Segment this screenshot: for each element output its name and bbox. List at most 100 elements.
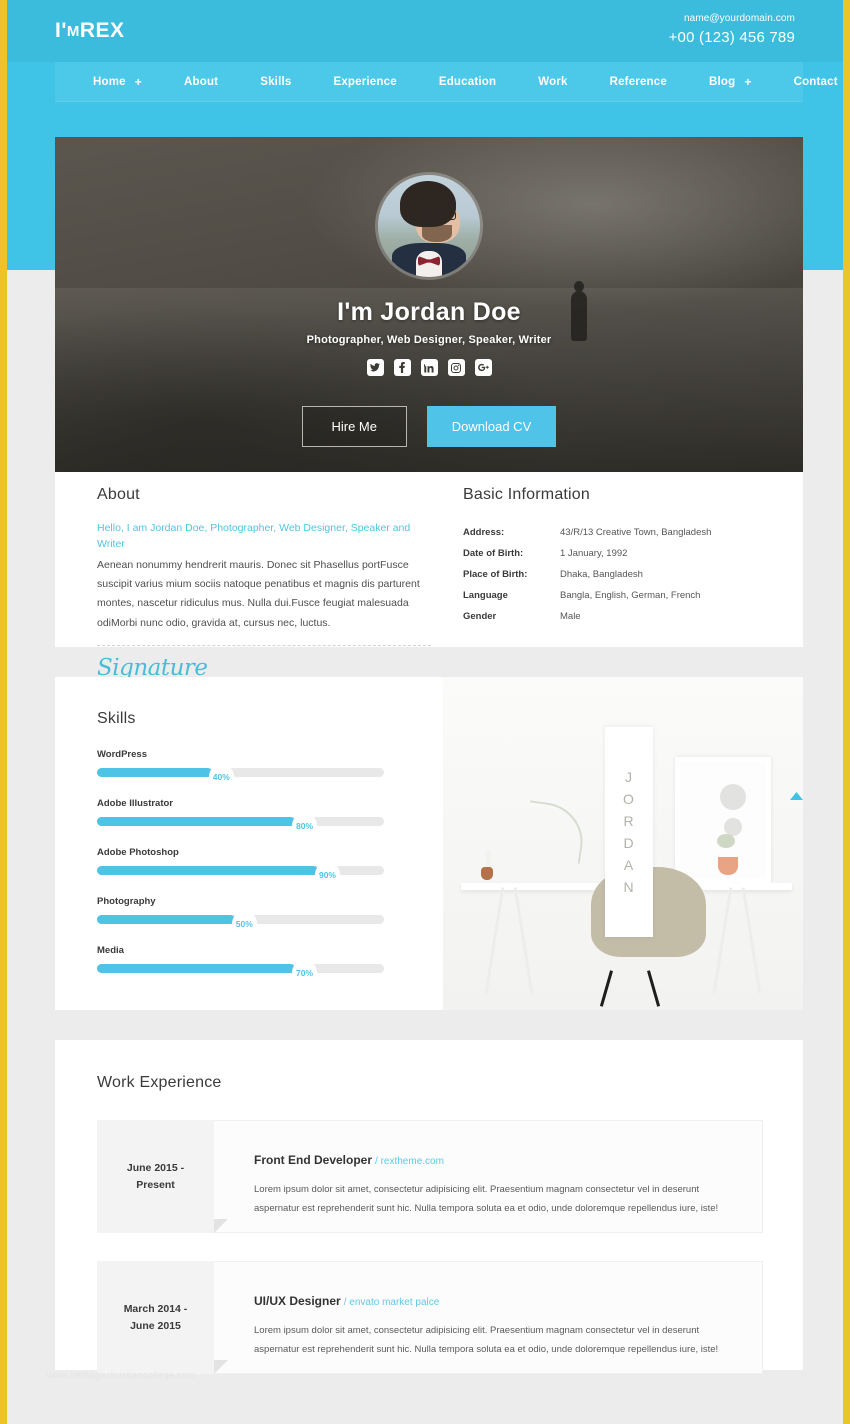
nav-item-experience[interactable]: Experience — [333, 76, 396, 88]
skill-percent-badge: 40% — [208, 764, 234, 789]
skill-percent-badge: 80% — [292, 813, 318, 838]
work-item: March 2014 - June 2015 UI/UX Designer / e… — [97, 1261, 763, 1374]
skill-progress-fill — [97, 915, 235, 924]
skills-title: Skills — [97, 710, 136, 727]
workspace-photo: J O R D A N — [443, 677, 803, 1010]
hero-name: I'm Jordan Doe — [337, 298, 521, 326]
page-root: I'MREX name@yourdomain.com +00 (123) 456… — [7, 0, 843, 1424]
info-label: Language — [463, 590, 508, 601]
dropdown-plus-icon[interactable]: + — [135, 76, 142, 88]
dropdown-plus-icon[interactable]: + — [744, 76, 751, 88]
work-description: Lorem ipsum dolor sit amet, consectetur … — [254, 1325, 719, 1355]
header-email[interactable]: name@yourdomain.com — [669, 12, 795, 26]
google-plus-icon[interactable] — [474, 359, 492, 376]
nav-item-contact[interactable]: Contact — [794, 76, 838, 88]
poster-letter: J — [625, 768, 633, 785]
skill-progress-bar: 40% — [97, 764, 384, 789]
hero-actions: Hire Me Download CV — [55, 406, 803, 447]
work-date: June 2015 - Present — [97, 1120, 228, 1233]
work-role: UI/UX Designer / envato market palce — [254, 1294, 732, 1308]
nav-item-reference[interactable]: Reference — [610, 76, 667, 88]
photo-candle-holder — [480, 866, 493, 880]
hero-role: Photographer, Web Designer, Speaker, Wri… — [306, 334, 552, 346]
skills-card: Skills WordPress 40% Adobe Illustrator 8… — [55, 677, 803, 1010]
nav-label: Home — [93, 75, 126, 88]
about-card: About Hello, I am Jordan Doe, Photograph… — [55, 472, 803, 681]
instagram-icon[interactable] — [447, 359, 465, 376]
skill-item: WordPress 40% — [97, 749, 423, 789]
work-body: UI/UX Designer / envato market palce Lore… — [214, 1261, 763, 1374]
work-item: June 2015 - Present Front End Developer /… — [97, 1120, 763, 1233]
info-label: Gender — [463, 611, 497, 622]
table-row: Address: 43/R/13 Creative Town, Banglade… — [463, 522, 783, 543]
top-bar: I'MREX name@yourdomain.com +00 (123) 456… — [7, 0, 843, 62]
site-logo[interactable]: I'MREX — [55, 19, 125, 43]
basic-information-title: Basic Information — [463, 486, 591, 503]
skills-section: Skills WordPress 40% Adobe Illustrator 8… — [55, 677, 443, 1010]
work-company-link[interactable]: / rextheme.com — [375, 1156, 444, 1167]
skill-name: Media — [97, 945, 124, 956]
nav-item-home[interactable]: Home + — [93, 76, 142, 88]
nav-item-blog[interactable]: Blog + — [709, 76, 752, 88]
work-company-link[interactable]: / envato market palce — [344, 1297, 440, 1308]
nav-label: Contact — [793, 75, 838, 88]
nav-label: Education — [438, 75, 497, 88]
poster-letter: N — [623, 878, 635, 895]
skill-item: Adobe Illustrator 80% — [97, 798, 423, 838]
about-section: About Hello, I am Jordan Doe, Photograph… — [55, 472, 455, 681]
skill-progress-bar: 90% — [97, 862, 384, 887]
work-experience-card: Work Experience June 2015 - Present Fron… — [55, 1040, 803, 1374]
work-role-title: UI/UX Designer — [254, 1294, 341, 1308]
nav-label: Blog — [708, 75, 736, 88]
table-row: Date of Birth: 1 January, 1992 — [463, 543, 783, 564]
basic-information-table: Address: 43/R/13 Creative Town, Banglade… — [463, 522, 783, 627]
nav-item-work[interactable]: Work — [538, 76, 567, 88]
photo-plant — [716, 833, 735, 848]
main-navigation: Home + About Skills Experience Education … — [55, 62, 838, 102]
skill-percent-badge: 90% — [314, 862, 340, 887]
info-value: 43/R/13 Creative Town, Bangladesh — [560, 527, 712, 538]
watermark: www.heritagechristiancollege.com — [47, 1370, 196, 1380]
logo-m: M — [66, 23, 80, 40]
poster-letter: D — [623, 834, 635, 851]
skill-item: Adobe Photoshop 90% — [97, 847, 423, 887]
hire-me-button[interactable]: Hire Me — [301, 406, 407, 447]
skill-name: Adobe Photoshop — [97, 847, 179, 858]
twitter-icon[interactable] — [366, 359, 384, 376]
table-row: Place of Birth: Dhaka, Bangladesh — [463, 564, 783, 585]
hero-banner: I'm Jordan Doe Photographer, Web Designe… — [55, 137, 803, 472]
photo-candle — [486, 850, 492, 868]
nav-item-skills[interactable]: Skills — [260, 76, 291, 88]
table-row: Gender Male — [463, 606, 783, 627]
nav-label: Skills — [260, 75, 292, 88]
header-phone[interactable]: +00 (123) 456 789 — [669, 28, 795, 48]
photo-vase — [718, 856, 739, 875]
nav-label: About — [183, 75, 219, 88]
skill-item: Photography 50% — [97, 896, 423, 936]
download-cv-button[interactable]: Download CV — [426, 406, 557, 447]
skill-item: Media 70% — [97, 945, 423, 985]
skill-progress-fill — [97, 817, 296, 826]
frame-dot — [719, 783, 746, 810]
nav-item-about[interactable]: About — [184, 76, 218, 88]
about-divider — [97, 645, 431, 647]
nav-item-education[interactable]: Education — [439, 76, 496, 88]
info-label: Address: — [463, 527, 505, 538]
poster-letter: R — [623, 812, 635, 829]
nav-label: Experience — [333, 75, 397, 88]
photo-jordan-poster: J O R D A N — [605, 726, 653, 937]
logo-rest: REX — [79, 19, 125, 42]
facebook-icon[interactable] — [393, 359, 411, 376]
avatar-beard — [422, 225, 452, 242]
info-label: Place of Birth: — [463, 569, 528, 580]
info-value: Bangla, English, German, French — [560, 590, 701, 601]
skill-progress-bar: 80% — [97, 813, 384, 838]
poster-letter: A — [623, 856, 635, 873]
linkedin-icon[interactable] — [420, 359, 438, 376]
skill-percent-badge: 50% — [231, 911, 257, 936]
work-body: Front End Developer / rextheme.com Lorem … — [214, 1120, 763, 1233]
poster-letter: O — [623, 790, 635, 807]
header-contact: name@yourdomain.com +00 (123) 456 789 — [669, 12, 795, 48]
about-lead: Hello, I am Jordan Doe, Photographer, We… — [97, 522, 411, 550]
skill-percent-badge: 70% — [292, 960, 318, 985]
